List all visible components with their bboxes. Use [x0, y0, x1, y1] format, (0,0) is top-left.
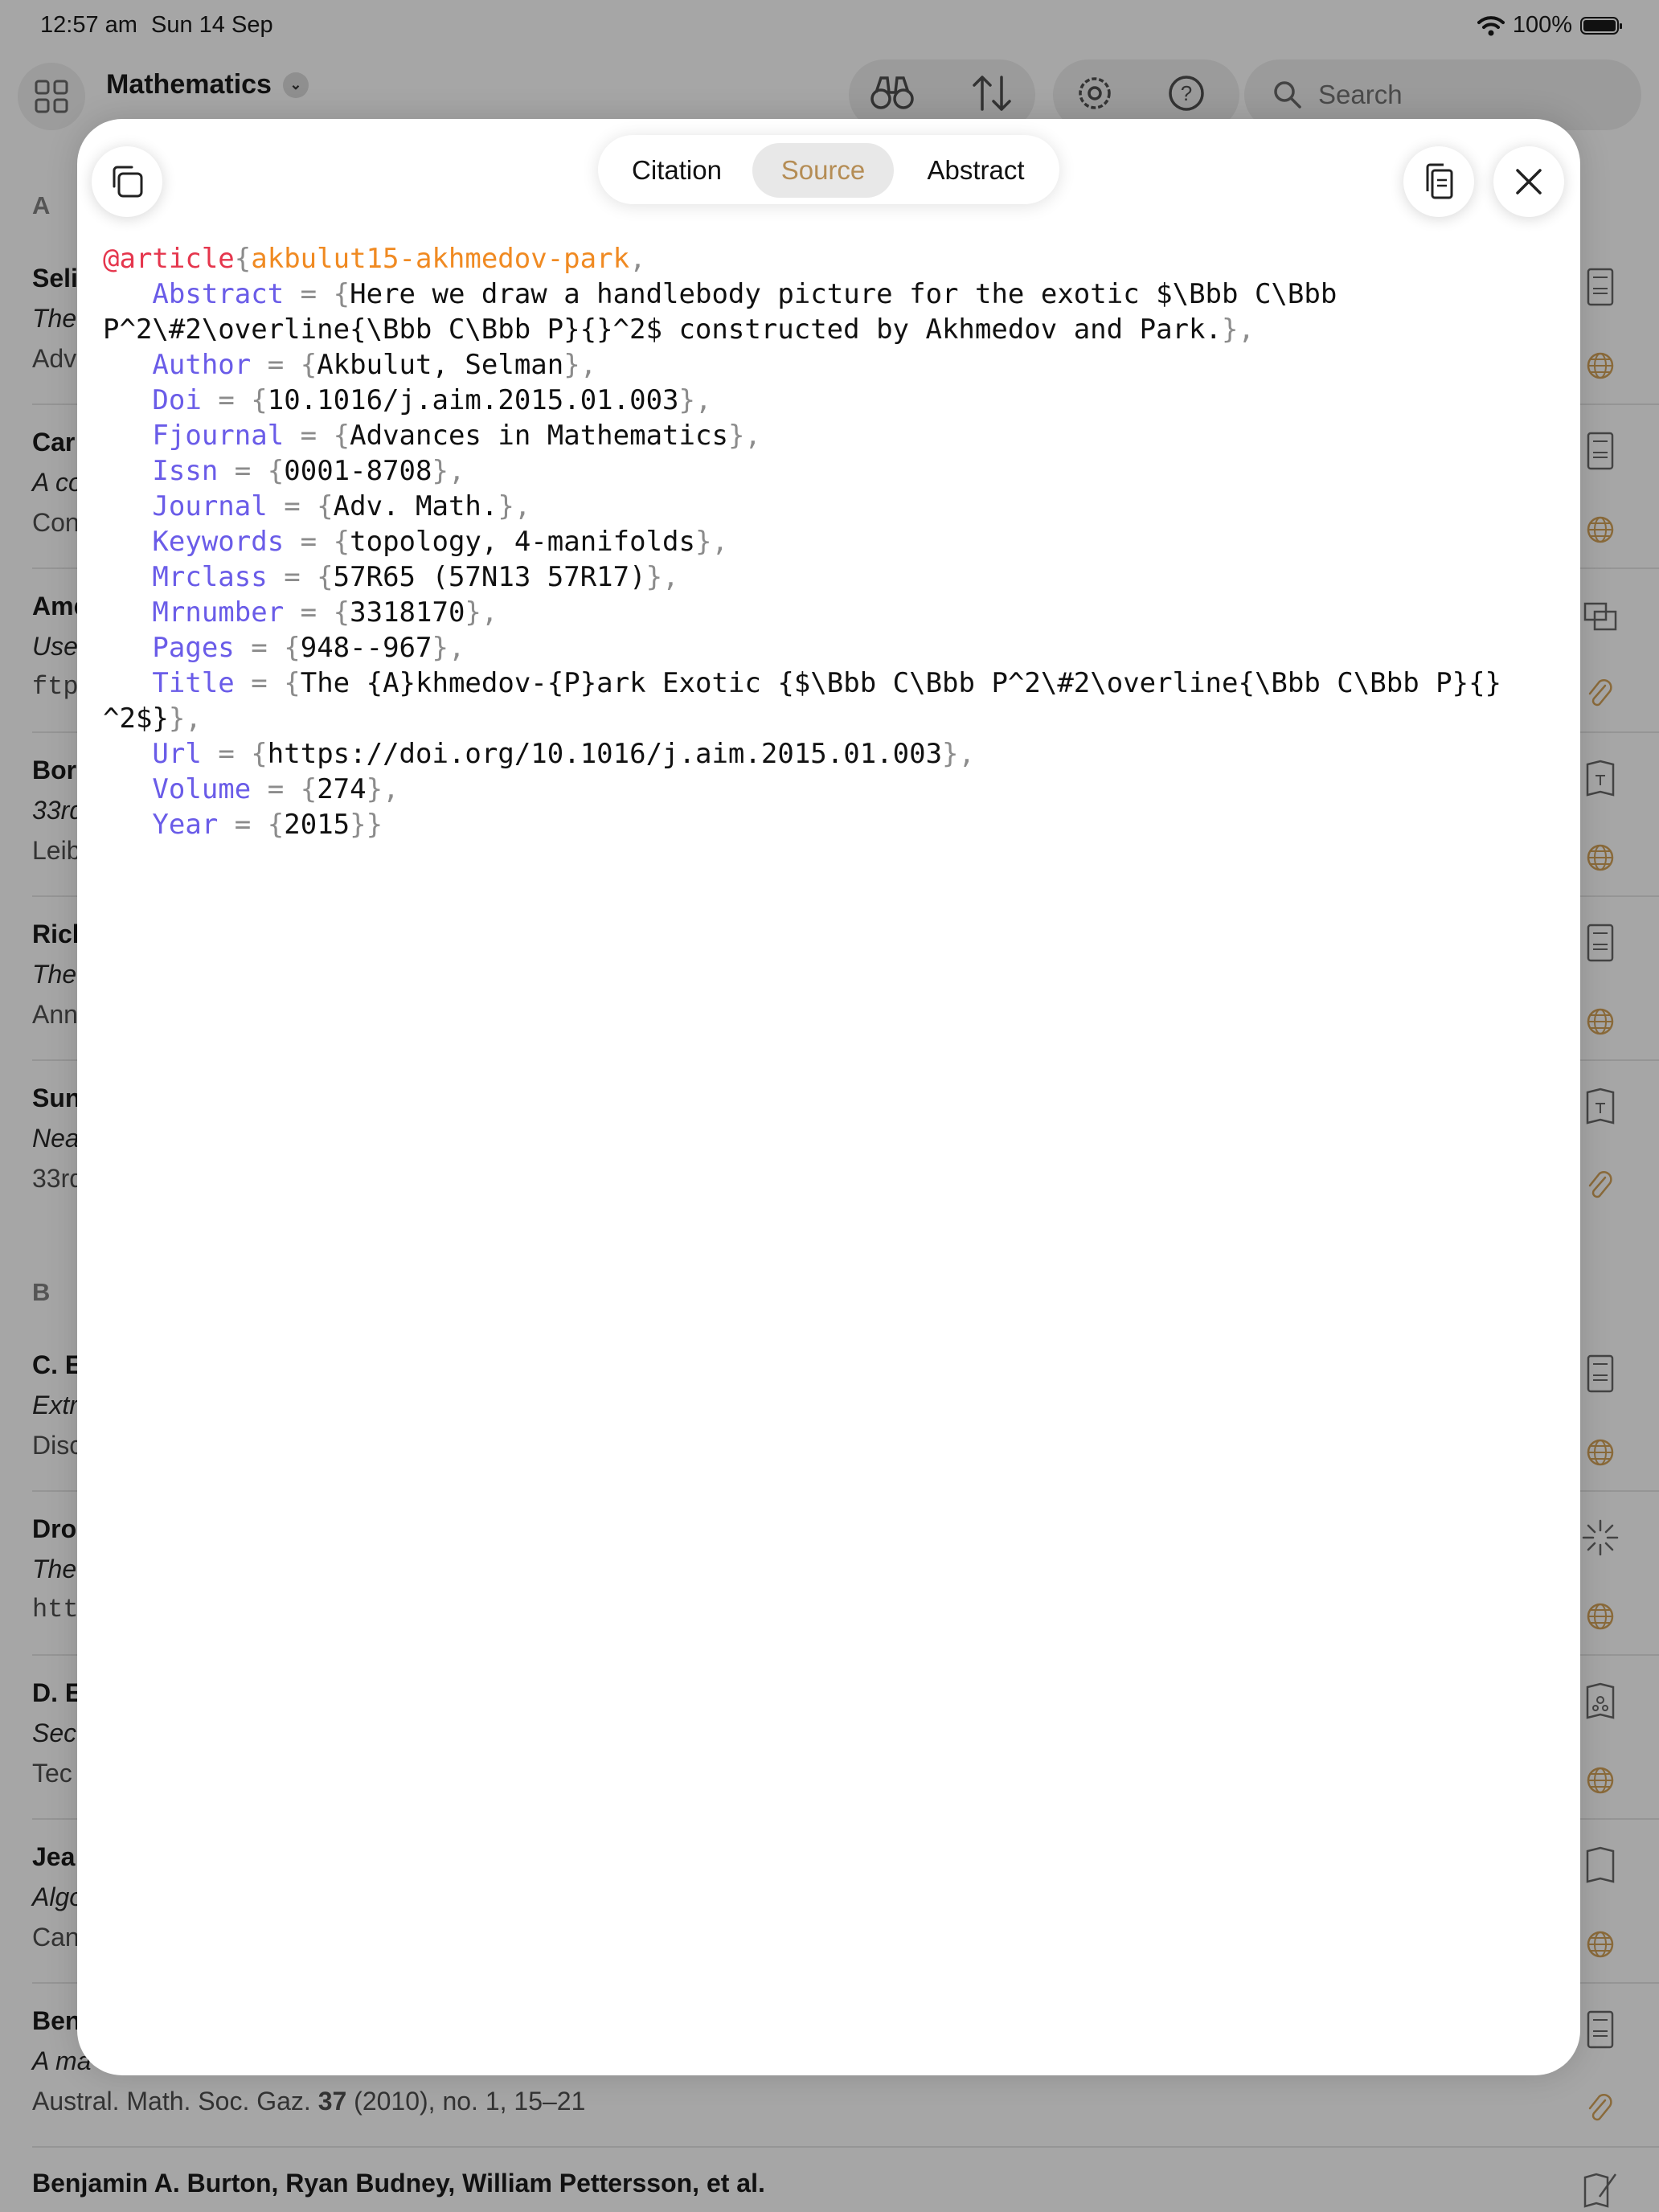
status-right: 100% — [1477, 12, 1622, 39]
field-value: Akbulut, Selman — [317, 349, 564, 381]
field-value: 57R65 (57N13 57R17) — [333, 561, 646, 593]
field-value: 0001-8708 — [284, 455, 432, 487]
list-item[interactable]: Benjamin A. Burton, Ryan Budney, William… — [32, 2169, 1627, 2209]
paperclip-icon[interactable] — [1580, 2088, 1620, 2128]
settings-icon[interactable] — [1072, 71, 1117, 116]
globe-icon[interactable] — [1580, 510, 1620, 550]
item-authors: Benjamin A. Burton, Ryan Budney, William… — [32, 2169, 765, 2198]
battery-icon — [1580, 16, 1622, 35]
tab-citation[interactable]: Citation — [609, 143, 744, 198]
paperclip-icon[interactable] — [1580, 1165, 1620, 1206]
cite-key: akbulut15-akhmedov-park — [251, 243, 630, 275]
search-icon — [1274, 81, 1301, 109]
field-value-continued: ^2$} — [103, 703, 169, 735]
field-value: Adv. Math. — [333, 490, 498, 522]
field-value: https://doi.org/10.1016/j.aim.2015.01.00… — [267, 738, 943, 770]
globe-icon[interactable] — [1580, 1760, 1620, 1800]
document-icon[interactable] — [1580, 431, 1620, 471]
document-icon[interactable] — [1580, 1354, 1620, 1394]
grid-icon — [35, 80, 68, 113]
field-name: Keywords — [152, 526, 285, 558]
journal-name: Austral. Math. Soc. Gaz. — [32, 2087, 318, 2116]
document-icon[interactable] — [1580, 2009, 1620, 2050]
copy-document-icon — [1426, 163, 1453, 199]
field-value: 274 — [317, 773, 367, 805]
svg-text:?: ? — [1181, 81, 1192, 105]
chevron-down-icon: ⌄ — [282, 72, 309, 98]
field-value: The {A}khmedov-{P}ark Exotic {$\Bbb C\Bb… — [300, 667, 1502, 699]
field-name: Abstract — [152, 278, 285, 310]
field-name: Mrnumber — [152, 596, 285, 629]
section-header-b: B — [32, 1278, 51, 1306]
field-value: 2015 — [284, 809, 350, 841]
field-name: Journal — [152, 490, 268, 522]
binoculars-icon[interactable] — [870, 71, 915, 116]
item-journal: Austral. Math. Soc. Gaz. 37 (2010), no. … — [32, 2087, 1627, 2127]
globe-icon[interactable] — [1580, 1002, 1620, 1042]
sort-icon[interactable] — [969, 71, 1014, 116]
field-name: Year — [152, 809, 219, 841]
close-icon — [1516, 169, 1542, 195]
document-icon[interactable] — [1580, 267, 1620, 307]
field-name: Mrclass — [152, 561, 268, 593]
tab-source[interactable]: Source — [752, 143, 894, 198]
globe-icon[interactable] — [1580, 346, 1620, 386]
divider — [32, 2146, 1659, 2148]
help-icon[interactable]: ? — [1164, 71, 1209, 116]
field-name: Volume — [152, 773, 252, 805]
journal-volume: 37 — [317, 2087, 347, 2116]
entry-type: @article — [103, 243, 235, 275]
globe-icon[interactable] — [1580, 838, 1620, 878]
library-title: Mathematics — [106, 69, 272, 100]
view-mode-segmented-control: Citation Source Abstract — [598, 135, 1059, 204]
field-value: 10.1016/j.aim.2015.01.003 — [267, 384, 679, 416]
field-name: Url — [152, 738, 202, 770]
globe-icon[interactable] — [1580, 1596, 1620, 1636]
field-name: Pages — [152, 632, 235, 664]
field-value: 948--967 — [300, 632, 432, 664]
status-date: Sun 14 Sep — [151, 12, 273, 38]
field-name: Fjournal — [152, 420, 285, 452]
close-button[interactable] — [1493, 146, 1564, 217]
loading-spinner-icon — [1580, 1518, 1620, 1558]
field-value-continued: P^2\#2\overline{\Bbb C\Bbb P}{}^2$ const… — [103, 313, 1222, 346]
boxes-icon[interactable] — [1580, 595, 1620, 635]
section-header-a: A — [32, 191, 51, 219]
bibtex-source[interactable]: @article{akbulut15-akhmedov-park, Abstra… — [103, 241, 1564, 842]
wifi-icon — [1477, 15, 1505, 35]
status-time: 12:57 am — [40, 12, 137, 38]
globe-icon[interactable] — [1580, 1924, 1620, 1964]
search-placeholder: Search — [1318, 80, 1403, 109]
library-title-menu[interactable]: Mathematics ⌄ — [106, 69, 309, 100]
book-icon[interactable] — [1580, 759, 1620, 799]
field-value: Advances in Mathematics — [350, 420, 728, 452]
book-icon[interactable] — [1580, 1845, 1620, 1886]
book-pen-icon[interactable] — [1580, 2169, 1620, 2209]
tab-abstract[interactable]: Abstract — [903, 143, 1048, 198]
copy-button[interactable] — [1403, 146, 1474, 217]
field-name: Doi — [152, 384, 202, 416]
paperclip-icon[interactable] — [1580, 674, 1620, 714]
globe-icon[interactable] — [1580, 1432, 1620, 1473]
journal-issue: (2010), no. 1, 15–21 — [346, 2087, 586, 2116]
toolbar: Mathematics ⌄ ? Search — [0, 56, 1659, 130]
source-sheet: Citation Source Abstract @article{akbulu… — [77, 119, 1580, 2075]
duplicate-button[interactable] — [92, 146, 162, 217]
battery-percent: 100% — [1512, 12, 1572, 38]
field-value: 3318170 — [350, 596, 465, 629]
document-icon[interactable] — [1580, 923, 1620, 963]
field-name: Issn — [152, 455, 219, 487]
field-value: Here we draw a handlebody picture for th… — [350, 278, 1337, 310]
duplicate-icon — [113, 166, 143, 198]
field-value: topology, 4-manifolds — [350, 526, 695, 558]
field-name: Author — [152, 349, 252, 381]
status-bar: 12:57 am Sun 14 Sep 100% — [0, 0, 1659, 51]
book-icon[interactable] — [1580, 1087, 1620, 1127]
field-name: Title — [152, 667, 235, 699]
book-icon[interactable] — [1580, 1682, 1620, 1722]
